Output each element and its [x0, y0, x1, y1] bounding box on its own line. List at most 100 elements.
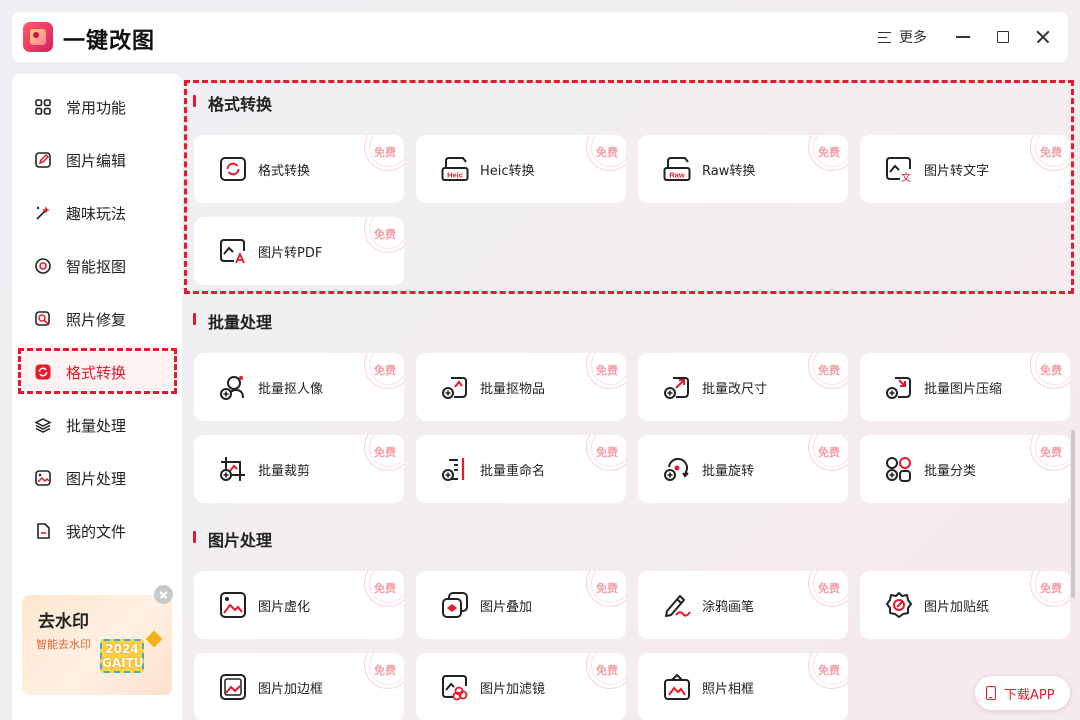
sidebar-item-batch[interactable]: 批量处理	[12, 403, 182, 447]
batch-rotate-icon	[664, 458, 689, 481]
card-batch-object[interactable]: 批量抠物品 免费	[416, 353, 626, 421]
sidebar-item-edit[interactable]: 图片编辑	[12, 138, 182, 182]
close-icon[interactable]	[1033, 27, 1053, 47]
free-badge: 免费	[586, 135, 626, 171]
sidebar-item-repair[interactable]: 照片修复	[12, 297, 182, 341]
scrollbar[interactable]	[1071, 430, 1075, 598]
layers-icon	[34, 418, 52, 433]
promo-badge-year: 2024	[105, 642, 139, 656]
filter-icon	[442, 675, 468, 701]
sidebar-item-fun[interactable]: 趣味玩法	[12, 191, 182, 235]
card-image-to-text[interactable]: 文 图片转文字 免费	[860, 135, 1070, 203]
section-marker	[193, 313, 196, 325]
free-badge: 免费	[364, 135, 404, 171]
free-badge: 免费	[1030, 353, 1070, 389]
card-raw[interactable]: Raw Raw转换 免费	[638, 135, 848, 203]
download-app-button[interactable]: 下载APP	[975, 676, 1070, 710]
image-to-text-icon: 文	[886, 157, 911, 183]
card-label: 批量旋转	[702, 464, 755, 479]
sidebar-item-label: 我的文件	[66, 522, 127, 541]
image-to-pdf-icon	[220, 239, 245, 264]
free-badge: 免费	[808, 571, 848, 607]
photo-repair-icon	[35, 311, 50, 326]
card-batch-crop[interactable]: 批量裁剪 免费	[194, 435, 404, 503]
card-label: 批量裁剪	[258, 464, 311, 479]
card-brush[interactable]: 涂鸦画笔 免费	[638, 571, 848, 639]
sidebar-item-label: 智能抠图	[66, 257, 127, 276]
card-overlay[interactable]: 图片叠加 免费	[416, 571, 626, 639]
card-photo-frame[interactable]: 照片相框 免费	[638, 653, 848, 720]
batch-object-icon	[442, 377, 467, 399]
card-batch-compress[interactable]: 批量图片压缩 免费	[860, 353, 1070, 421]
card-label: 格式转换	[258, 164, 311, 179]
card-filter[interactable]: 图片加滤镜 免费	[416, 653, 626, 720]
sidebar: 常用功能 图片编辑 趣味玩法 智能抠图 照片修复 格式转换 批量处理 图片处理 …	[12, 74, 182, 720]
more-label: 更多	[899, 30, 927, 46]
section-marker	[193, 95, 196, 107]
section-marker	[193, 531, 196, 543]
promo-badge: 2024 GAITU	[100, 639, 144, 673]
sticker-icon	[886, 592, 912, 618]
card-batch-resize[interactable]: 批量改尺寸 免费	[638, 353, 848, 421]
card-image-to-pdf[interactable]: 图片转PDF 免费	[194, 217, 404, 285]
card-label: Raw转换	[702, 164, 756, 179]
card-label: 图片叠加	[480, 600, 533, 615]
sidebar-item-cutout[interactable]: 智能抠图	[12, 244, 182, 288]
card-sticker[interactable]: 图片加贴纸 免费	[860, 571, 1070, 639]
sidebar-item-label: 批量处理	[66, 416, 127, 435]
card-batch-portrait[interactable]: 批量抠人像 免费	[194, 353, 404, 421]
raw-icon: Raw	[663, 157, 691, 181]
card-batch-rotate[interactable]: 批量旋转 免费	[638, 435, 848, 503]
format-convert-icon	[220, 157, 246, 181]
batch-classify-icon	[886, 457, 911, 482]
section-title-batch: 批量处理	[208, 313, 273, 332]
heic-icon: Heic	[441, 157, 469, 181]
card-label: 批量改尺寸	[702, 382, 768, 397]
promo-badge-text: GAITU	[102, 656, 144, 670]
card-batch-classify[interactable]: 批量分类 免费	[860, 435, 1070, 503]
svg-text:Heic: Heic	[447, 171, 463, 180]
free-badge: 免费	[1030, 571, 1070, 607]
sidebar-item-label: 格式转换	[66, 363, 127, 382]
card-label: 批量抠物品	[480, 382, 546, 397]
card-blur[interactable]: 图片虚化 免费	[194, 571, 404, 639]
convert-icon	[35, 364, 51, 380]
card-label: 图片虚化	[258, 600, 311, 615]
free-badge: 免费	[586, 653, 626, 689]
card-label: Heic转换	[480, 164, 535, 179]
card-heic[interactable]: Heic Heic转换 免费	[416, 135, 626, 203]
free-badge: 免费	[364, 353, 404, 389]
svg-text:Raw: Raw	[669, 171, 685, 180]
sidebar-item-label: 常用功能	[66, 98, 127, 117]
target-icon	[35, 258, 51, 274]
card-label: 图片加滤镜	[480, 682, 546, 697]
promo-title: 去水印	[38, 612, 89, 632]
minimize-icon[interactable]	[953, 27, 973, 47]
sidebar-item-format[interactable]: 格式转换	[12, 350, 182, 394]
sidebar-item-label: 趣味玩法	[66, 204, 127, 223]
blur-icon	[220, 592, 246, 618]
border-icon	[220, 674, 246, 700]
card-label: 批量分类	[924, 464, 977, 479]
free-badge: 免费	[586, 571, 626, 607]
free-badge: 免费	[808, 435, 848, 471]
more-button[interactable]: 更多	[878, 26, 927, 48]
sidebar-item-files[interactable]: 我的文件	[12, 509, 182, 553]
promo-banner[interactable]: 去水印 智能去水印 2024 GAITU	[22, 595, 172, 695]
photo-frame-icon	[664, 673, 690, 700]
maximize-icon[interactable]	[993, 27, 1013, 47]
promo-close-icon[interactable]	[154, 585, 173, 604]
card-format-convert[interactable]: 格式转换 免费	[194, 135, 404, 203]
sidebar-item-label: 照片修复	[66, 310, 127, 329]
free-badge: 免费	[364, 435, 404, 471]
sidebar-item-image[interactable]: 图片处理	[12, 456, 182, 500]
overlay-icon	[442, 592, 468, 618]
card-label: 图片转PDF	[258, 246, 323, 261]
batch-crop-icon	[220, 457, 245, 481]
app-title: 一键改图	[63, 29, 156, 54]
card-border[interactable]: 图片加边框 免费	[194, 653, 404, 720]
card-batch-rename[interactable]: 批量重命名 免费	[416, 435, 626, 503]
sidebar-item-common[interactable]: 常用功能	[12, 85, 182, 129]
download-label: 下载APP	[1004, 687, 1055, 703]
edit-icon	[35, 152, 51, 168]
